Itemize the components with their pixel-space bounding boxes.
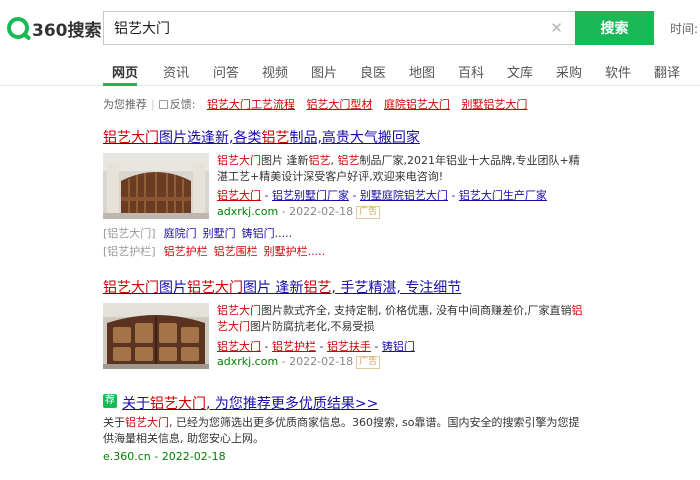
clear-icon[interactable]: ✕ — [550, 19, 563, 37]
desc-text: 图片 逢新 — [261, 154, 309, 167]
source-domain[interactable]: adxrkj.com — [217, 355, 278, 368]
source-domain[interactable]: e.360.cn — [103, 450, 151, 463]
desc-text: , 已经为您筛选出更多优质商家信息。360搜索, so靠谱。国内安全的搜索引擎为… — [103, 416, 580, 445]
feedback-link[interactable]: 反馈: — [170, 98, 196, 111]
search-input[interactable] — [114, 12, 534, 44]
title-highlight: 铝艺大门 — [187, 280, 243, 296]
title-highlight: 铝艺 — [303, 280, 332, 296]
result-description: 铝艺大门图片款式齐全, 支持定制, 价格优惠, 没有中间商赚差价,厂家直销铝艺大… — [217, 303, 587, 335]
result-thumbnail[interactable] — [103, 303, 209, 369]
result-sublinks: 铝艺大门 - 铝艺护栏 - 铝艺扶手 - 铸铝门 — [217, 340, 415, 353]
category-label: [铝艺护栏] — [103, 245, 156, 258]
result-source: adxrkj.com - 2022-02-18 广告 — [217, 205, 381, 219]
title-text: 制品,高贵大气搬回家 — [289, 130, 420, 146]
logo-magnifier-icon — [7, 17, 29, 39]
more-results-link[interactable]: 关于铝艺大门, 为您推荐更多优质结果>> — [122, 393, 378, 413]
category-link[interactable]: 别墅门 — [203, 227, 236, 240]
sublink[interactable]: 铝艺大门 — [217, 340, 261, 353]
more-results-source: e.360.cn - 2022-02-18 — [103, 450, 226, 463]
category-link[interactable]: 庭院门 — [164, 227, 197, 240]
category-row: [铝艺大门] 庭院门 别墅门 铸铝门..... — [103, 225, 298, 241]
header: 360搜索 ✕ 搜索 时间: — [0, 0, 700, 56]
result-sublinks: 铝艺大门 - 铝艺别墅门厂家 - 别墅庭院铝艺大门 - 铝艺大门生产厂家 — [217, 189, 547, 202]
related-prefix: 为您推荐 — [103, 98, 147, 111]
tab-software[interactable]: 软件 — [605, 62, 631, 81]
title-text: 图片 逢新 — [243, 280, 304, 296]
related-link[interactable]: 铝艺大门工艺流程 — [207, 98, 295, 111]
desc-text: 图片款式齐全, 支持定制, 价格优惠, 没有中间商赚差价,厂家直销 — [261, 304, 572, 317]
source-date: 2022-02-18 — [289, 355, 354, 368]
related-searches: 为您推荐 | 反馈: 铝艺大门工艺流程 铝艺大门型材 庭院铝艺大门 别墅铝艺大门 — [103, 98, 528, 111]
tab-images[interactable]: 图片 — [311, 62, 337, 81]
category-row: [铝艺护栏] 铝艺护栏 铝艺围栏 别墅护栏..... — [103, 243, 331, 259]
category-link[interactable]: 别墅护栏..... — [264, 245, 325, 258]
category-link[interactable]: 铸铝门..... — [242, 227, 292, 240]
desc-highlight: 铝艺大门 — [217, 304, 261, 317]
sublink[interactable]: 别墅庭院铝艺大门 — [360, 189, 448, 202]
tab-map[interactable]: 地图 — [409, 62, 435, 81]
sublink[interactable]: 铸铝门 — [382, 340, 415, 353]
logo[interactable]: 360搜索 — [7, 15, 102, 41]
title-highlight: 铝艺大门 — [103, 280, 159, 296]
more-results-description: 关于铝艺大门, 已经为您筛选出更多优质商家信息。360搜索, so靠谱。国内安全… — [103, 415, 583, 447]
title-highlight: 铝艺大门 — [103, 130, 159, 146]
title-text: , 手艺精湛, 专注细节 — [331, 280, 462, 296]
tab-wenku[interactable]: 文库 — [507, 62, 533, 81]
category-label: [铝艺大门] — [103, 227, 156, 240]
result-title[interactable]: 铝艺大门图片选逢新,各类铝艺制品,高贵大气搬回家 — [103, 127, 420, 147]
tab-qa[interactable]: 问答 — [213, 62, 239, 81]
title-highlight: 铝艺大门 — [150, 396, 206, 412]
time-filter-label[interactable]: 时间: — [670, 20, 698, 37]
result-thumbnail[interactable] — [103, 153, 209, 219]
title-text: , 为您推荐更多优质结果>> — [206, 396, 379, 412]
search-button[interactable]: 搜索 — [575, 11, 654, 45]
desc-text: 图片防腐抗老化,不易受损 — [250, 320, 375, 333]
title-text: 关于 — [122, 396, 150, 412]
result-title[interactable]: 铝艺大门图片铝艺大门图片 逢新铝艺, 手艺精湛, 专注细节 — [103, 277, 461, 297]
tab-doctor[interactable]: 良医 — [360, 62, 386, 81]
result-source: adxrkj.com - 2022-02-18 广告 — [217, 355, 381, 369]
sublink[interactable]: 铝艺别墅门厂家 — [272, 189, 349, 202]
gate-image — [103, 303, 209, 369]
source-date: 2022-02-18 — [289, 205, 354, 218]
recommend-badge-icon: 荐 — [103, 394, 117, 408]
active-tab-underline — [103, 83, 137, 86]
sublink[interactable]: 铝艺护栏 — [272, 340, 316, 353]
desc-highlight: 铝艺大门 — [125, 416, 169, 429]
related-link[interactable]: 别墅铝艺大门 — [461, 98, 527, 111]
tab-web[interactable]: 网页 — [112, 62, 138, 81]
search-box: ✕ — [103, 11, 575, 45]
sublink[interactable]: 铝艺扶手 — [327, 340, 371, 353]
title-text: 图片 — [159, 280, 187, 296]
logo-text: 360搜索 — [32, 20, 102, 41]
category-link[interactable]: 铝艺护栏 — [164, 245, 208, 258]
sublink[interactable]: 铝艺大门生产厂家 — [459, 189, 547, 202]
ad-badge: 广告 — [356, 206, 381, 219]
ad-badge: 广告 — [356, 356, 381, 369]
tab-baike[interactable]: 百科 — [458, 62, 484, 81]
source-date: 2022-02-18 — [161, 450, 226, 463]
desc-highlight: 铝艺 — [308, 154, 331, 167]
tab-video[interactable]: 视频 — [262, 62, 288, 81]
tab-purchase[interactable]: 采购 — [556, 62, 582, 81]
desc-text: 关于 — [103, 416, 125, 429]
source-domain[interactable]: adxrkj.com — [217, 205, 278, 218]
desc-highlight: 铝艺大门 — [217, 154, 261, 167]
desc-text: , — [330, 154, 338, 167]
feedback-icon[interactable] — [158, 100, 168, 109]
tab-news[interactable]: 资讯 — [163, 62, 189, 81]
vertical-tabs: 网页 资讯 问答 视频 图片 良医 地图 百科 文库 采购 软件 翻译 — [0, 56, 700, 86]
result-description: 铝艺大门图片 逢新铝艺, 铝艺制品厂家,2021年铝业十大品牌,专业团队+精湛工… — [217, 153, 587, 185]
title-text: 图片选逢新,各类 — [159, 130, 262, 146]
title-highlight: 铝艺 — [261, 130, 290, 146]
sublink[interactable]: 铝艺大门 — [217, 189, 261, 202]
gate-image — [103, 153, 209, 219]
category-link[interactable]: 铝艺围栏 — [214, 245, 258, 258]
related-link[interactable]: 庭院铝艺大门 — [384, 98, 450, 111]
tab-translate[interactable]: 翻译 — [654, 62, 680, 81]
desc-highlight: 铝艺 — [337, 154, 360, 167]
related-link[interactable]: 铝艺大门型材 — [306, 98, 372, 111]
